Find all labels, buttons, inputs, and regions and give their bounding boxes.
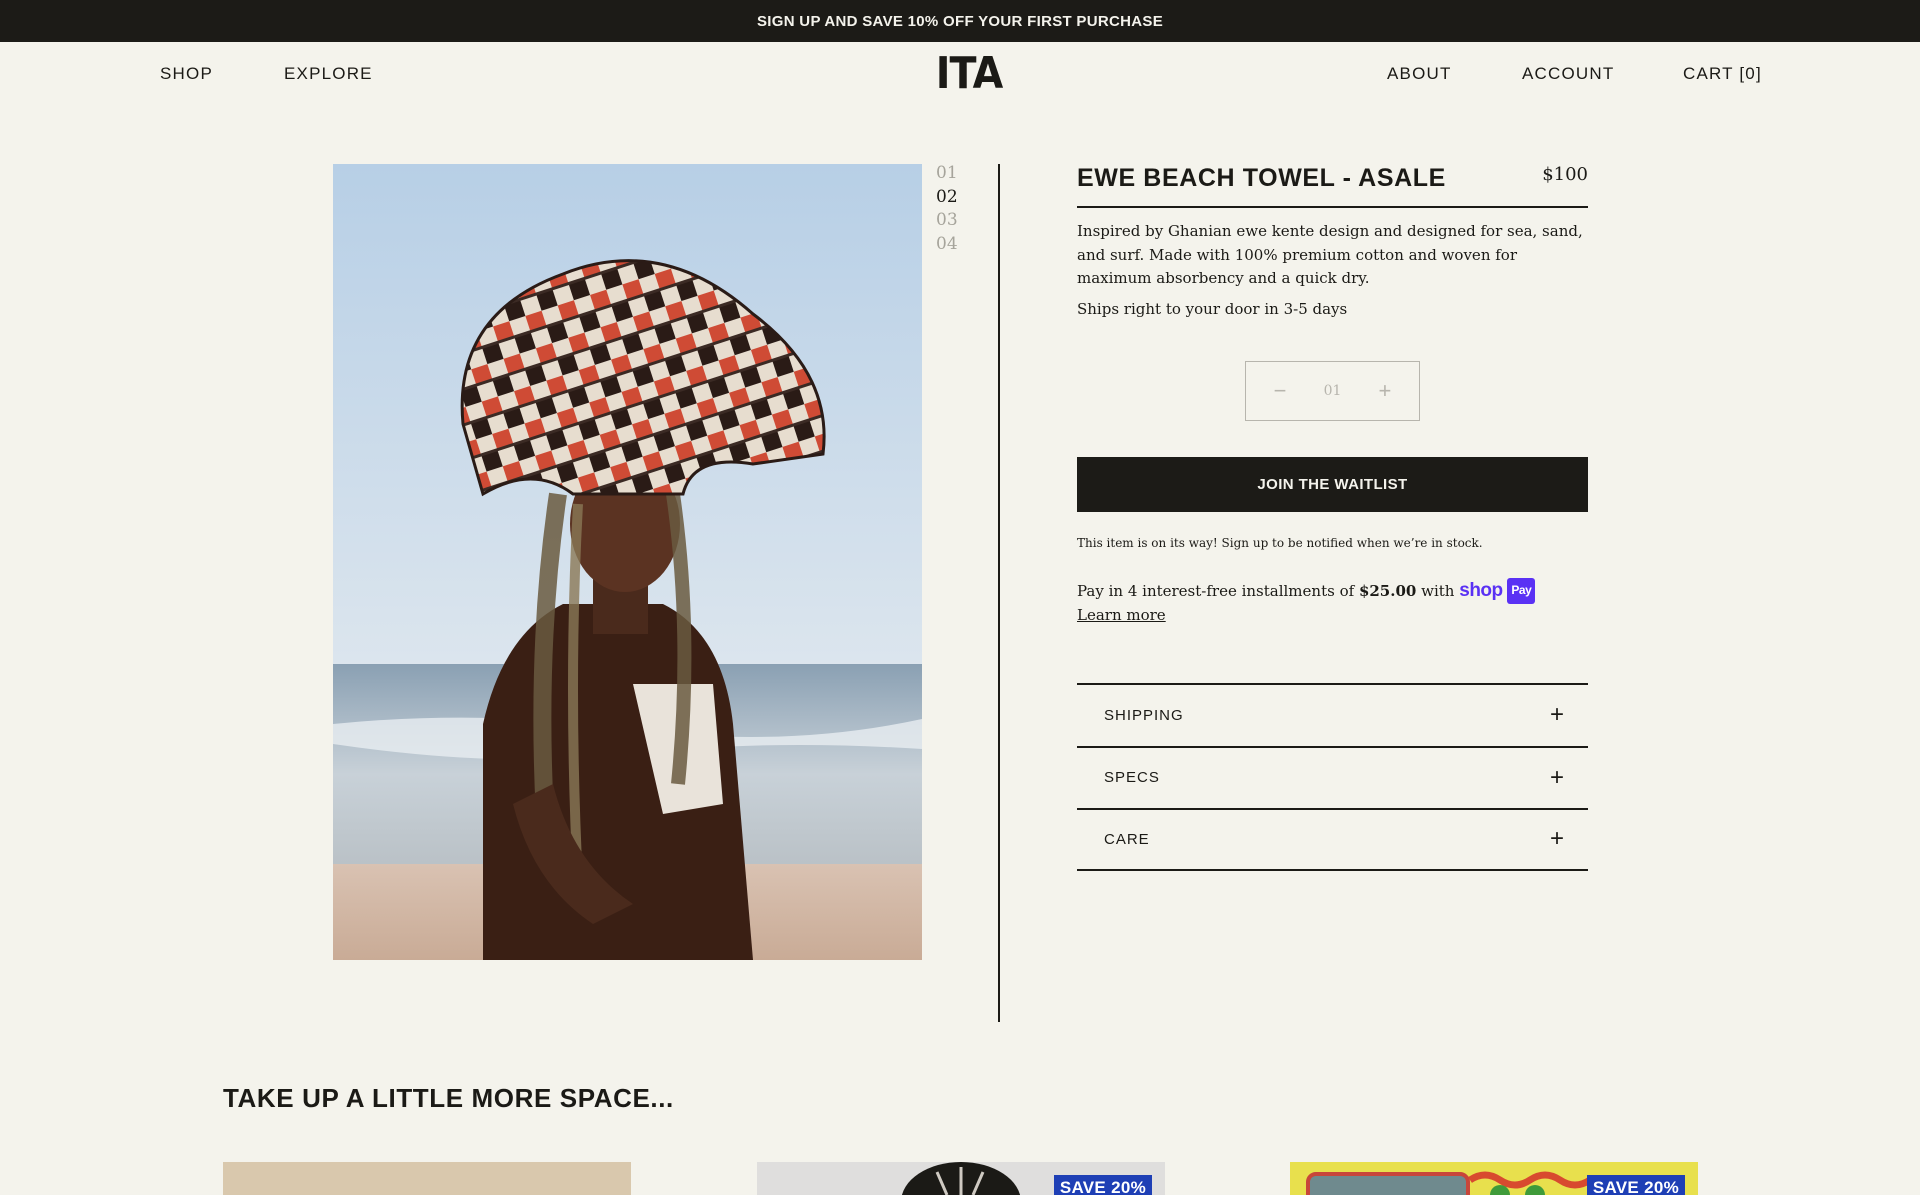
- product-title: EWE BEACH TOWEL - ASALE: [1077, 164, 1446, 192]
- gallery-index: 01 02 03 04: [936, 162, 958, 256]
- recommendation-card[interactable]: [223, 1162, 631, 1195]
- save-badge: SAVE 20%: [1053, 1175, 1152, 1195]
- announcement-text[interactable]: SIGN UP AND SAVE 10% OFF YOUR FIRST PURC…: [757, 13, 1163, 30]
- nav-account[interactable]: ACCOUNT: [1522, 64, 1614, 84]
- shop-logo-text: shop: [1459, 580, 1503, 601]
- installments-amount: $25.00: [1358, 582, 1417, 600]
- accordion-care-label: CARE: [1104, 830, 1150, 848]
- learn-more-link[interactable]: Learn more: [1077, 606, 1166, 624]
- gallery-thumb-03[interactable]: 03: [936, 209, 958, 233]
- recommendation-card[interactable]: SAVE 20%: [1290, 1162, 1698, 1195]
- accordion-shipping-label: SHIPPING: [1104, 706, 1184, 724]
- shop-pay-logo: shop Pay: [1459, 578, 1536, 604]
- stock-notice: This item is on its way! Sign up to be n…: [1077, 536, 1483, 550]
- nav-shop[interactable]: SHOP: [160, 64, 213, 84]
- product-price: $100: [1542, 164, 1588, 185]
- gallery-thumb-01[interactable]: 01: [936, 162, 958, 186]
- quantity-increase-button[interactable]: +: [1375, 378, 1395, 404]
- plus-icon[interactable]: +: [1550, 827, 1564, 851]
- accordion-care[interactable]: CARE +: [1077, 808, 1588, 871]
- site-header: SHOP EXPLORE ITA ABOUT ACCOUNT CART [0]: [0, 42, 1920, 107]
- recommendation-card[interactable]: SAVE 20%: [757, 1162, 1165, 1195]
- gallery-thumb-02[interactable]: 02: [936, 186, 958, 210]
- product-thumbnail: [223, 1162, 631, 1195]
- recommendations-title: TAKE UP A LITTLE MORE SPACE...: [223, 1083, 674, 1113]
- save-badge: SAVE 20%: [1586, 1175, 1685, 1195]
- title-divider: [1077, 206, 1588, 208]
- accordion-specs[interactable]: SPECS +: [1077, 745, 1588, 809]
- gallery-thumb-04[interactable]: 04: [936, 233, 958, 257]
- site-logo[interactable]: ITA: [936, 52, 1004, 96]
- nav-explore[interactable]: EXPLORE: [284, 64, 373, 84]
- nav-cart[interactable]: CART [0]: [1683, 64, 1762, 84]
- quantity-stepper: − 01 +: [1245, 361, 1420, 421]
- product-photo: [333, 164, 922, 960]
- join-waitlist-button[interactable]: JOIN THE WAITLIST: [1077, 457, 1588, 512]
- plus-icon[interactable]: +: [1550, 703, 1564, 727]
- divider-vertical: [998, 164, 1000, 1022]
- product-image[interactable]: [333, 164, 922, 960]
- accordion-shipping[interactable]: SHIPPING +: [1077, 683, 1588, 746]
- nav-about[interactable]: ABOUT: [1387, 64, 1452, 84]
- quantity-decrease-button[interactable]: −: [1270, 378, 1290, 404]
- installments-prefix: Pay in 4 interest-free installments of: [1077, 582, 1355, 600]
- shipping-note: Ships right to your door in 3-5 days: [1077, 300, 1348, 318]
- installments-with: with: [1421, 582, 1455, 600]
- shop-pay-installments: Pay in 4 interest-free installments of $…: [1077, 578, 1588, 627]
- pay-badge: Pay: [1507, 578, 1536, 604]
- product-description: Inspired by Ghanian ewe kente design and…: [1077, 222, 1583, 287]
- announcement-bar[interactable]: SIGN UP AND SAVE 10% OFF YOUR FIRST PURC…: [0, 0, 1920, 42]
- product-accordion: SHIPPING + SPECS + CARE +: [1077, 683, 1588, 871]
- accordion-specs-label: SPECS: [1104, 769, 1160, 787]
- quantity-value[interactable]: 01: [1324, 383, 1342, 399]
- plus-icon[interactable]: +: [1550, 765, 1564, 790]
